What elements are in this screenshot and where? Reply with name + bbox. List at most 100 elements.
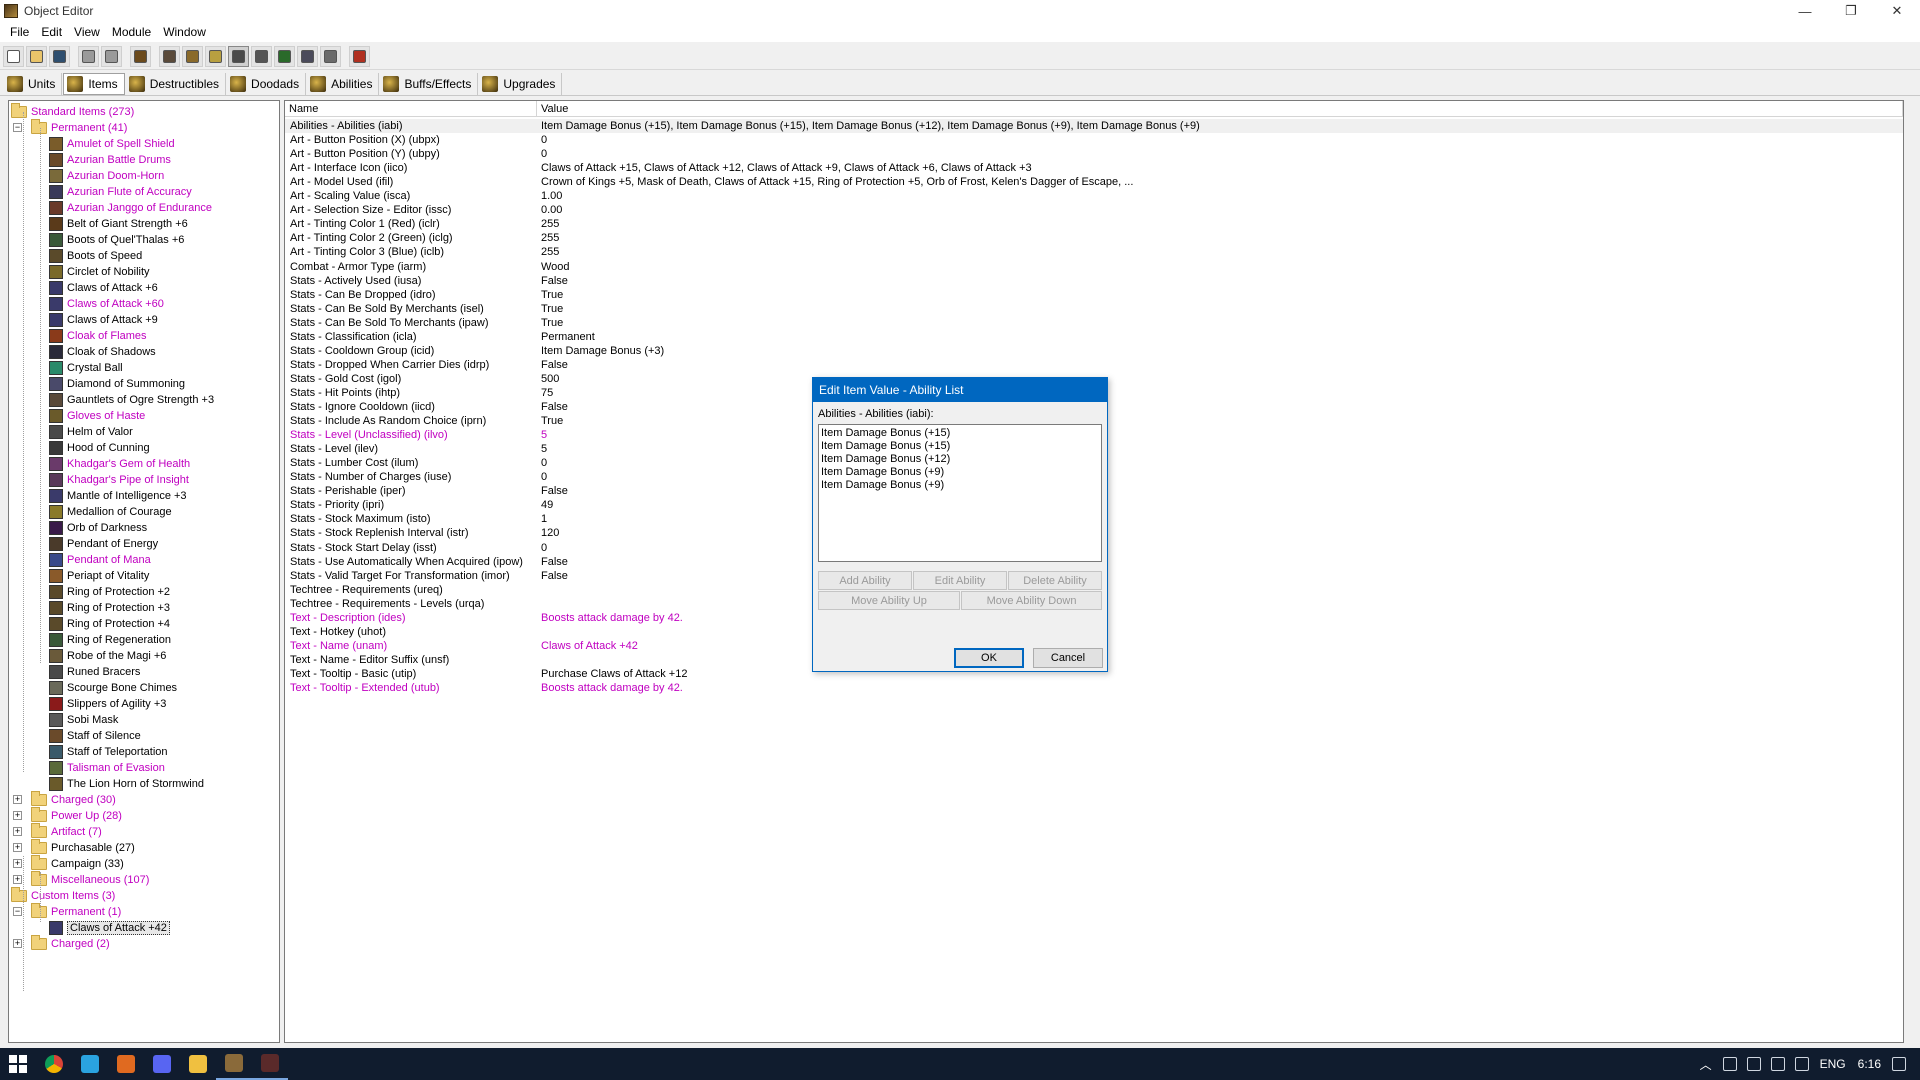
column-header-name[interactable]: Name <box>285 101 537 117</box>
tree-item[interactable]: Robe of the Magi +6 <box>49 648 166 664</box>
tree-item[interactable]: Gauntlets of Ogre Strength +3 <box>49 392 214 408</box>
campaign-editor-button[interactable] <box>251 46 272 67</box>
ability-list-item[interactable]: Item Damage Bonus (+9) <box>821 466 1099 479</box>
doodad-editor-button[interactable] <box>182 46 203 67</box>
ability-list-item[interactable]: Item Damage Bonus (+15) <box>821 440 1099 453</box>
grid-row[interactable]: Art - Button Position (X) (ubpx) 0 <box>285 133 1903 147</box>
grid-row[interactable]: Art - Model Used (ifil) Crown of Kings +5… <box>285 175 1903 189</box>
tree-item[interactable]: Azurian Battle Drums <box>49 152 171 168</box>
tree-item[interactable]: Slippers of Agility +3 <box>49 696 166 712</box>
tree-item[interactable]: Runed Bracers <box>49 664 140 680</box>
tree-item[interactable]: Diamond of Summoning <box>49 376 185 392</box>
close-button[interactable]: ✕ <box>1874 0 1920 22</box>
tree-folder[interactable]: + Power Up (28) <box>13 807 122 824</box>
tree-item[interactable]: Staff of Silence <box>49 728 141 744</box>
tree-item[interactable]: Circlet of Nobility <box>49 264 150 280</box>
tree-item[interactable]: Ring of Protection +3 <box>49 600 170 616</box>
tree-folder[interactable]: − Permanent (41) <box>13 119 127 136</box>
tree-item[interactable]: Helm of Valor <box>49 424 133 440</box>
tree-item[interactable]: Crystal Ball <box>49 360 123 376</box>
tree-item[interactable]: Medallion of Courage <box>49 504 172 520</box>
windows-start-taskbar-button[interactable] <box>0 1048 36 1080</box>
tree-item[interactable]: Talisman of Evasion <box>49 760 165 776</box>
menu-view[interactable]: View <box>68 25 106 39</box>
ability-list-item[interactable]: Item Damage Bonus (+9) <box>821 479 1099 492</box>
tab-abilities[interactable]: Abilities <box>307 72 380 95</box>
tree-item[interactable]: Gloves of Haste <box>49 408 145 424</box>
ai-editor-button[interactable] <box>274 46 295 67</box>
discord-tray-icon[interactable] <box>1746 1057 1761 1071</box>
expand-toggle-icon[interactable]: + <box>13 875 22 884</box>
grid-row[interactable]: Stats - Can Be Dropped (idro) True <box>285 288 1903 302</box>
tab-units[interactable]: Units <box>4 72 63 95</box>
tree-item[interactable]: Claws of Attack +9 <box>49 312 158 328</box>
expand-toggle-icon[interactable]: + <box>13 795 22 804</box>
save-disk-button[interactable] <box>49 46 70 67</box>
grid-row[interactable]: Text - Tooltip - Extended (utub) Boosts a… <box>285 681 1903 695</box>
tree-item[interactable]: Ring of Protection +4 <box>49 616 170 632</box>
tree-item[interactable]: Belt of Giant Strength +6 <box>49 216 188 232</box>
expand-toggle-icon[interactable]: + <box>13 843 22 852</box>
expand-toggle-icon[interactable]: + <box>13 859 22 868</box>
tree-folder[interactable]: − Permanent (1) <box>13 903 121 920</box>
tree-folder[interactable]: + Campaign (33) <box>13 855 124 872</box>
tree-item[interactable]: Periapt of Vitality <box>49 568 149 584</box>
terrain-editor-button[interactable] <box>159 46 180 67</box>
tree-item[interactable]: Claws of Attack +42 <box>49 920 170 936</box>
edit-ability-button[interactable]: Edit Ability <box>913 571 1007 590</box>
grid-row[interactable]: Art - Button Position (Y) (ubpy) 0 <box>285 147 1903 161</box>
file-explorer-taskbar-button[interactable] <box>180 1048 216 1080</box>
tree-folder[interactable]: + Charged (2) <box>13 935 110 952</box>
tree-item[interactable]: Khadgar's Gem of Health <box>49 456 190 472</box>
expand-toggle-icon[interactable]: + <box>13 939 22 948</box>
grid-row[interactable]: Art - Tinting Color 1 (Red) (iclr) 255 <box>285 217 1903 231</box>
grid-row[interactable]: Stats - Can Be Sold To Merchants (ipaw) T… <box>285 316 1903 330</box>
tree-folder[interactable]: Custom Items (3) <box>11 887 115 904</box>
restore-button[interactable]: ❐ <box>1828 0 1874 22</box>
test-map-button[interactable] <box>349 46 370 67</box>
tab-doodads[interactable]: Doodads <box>227 72 307 95</box>
volume-tray-icon[interactable] <box>1794 1057 1809 1071</box>
import-manager-button[interactable] <box>297 46 318 67</box>
notifications-icon[interactable] <box>1892 1057 1906 1071</box>
move-ability-down-button[interactable]: Move Ability Down <box>961 591 1102 610</box>
tree-item[interactable]: Claws of Attack +6 <box>49 280 158 296</box>
tree-folder[interactable]: + Charged (30) <box>13 791 116 808</box>
copy-button[interactable] <box>78 46 99 67</box>
expand-toggle-icon[interactable]: + <box>13 811 22 820</box>
input-language[interactable]: ENG <box>1814 1057 1852 1071</box>
grid-row[interactable]: Stats - Can Be Sold By Merchants (isel) T… <box>285 302 1903 316</box>
tab-upgrades[interactable]: Upgrades <box>479 72 563 95</box>
move-ability-up-button[interactable]: Move Ability Up <box>818 591 960 610</box>
telegram-taskbar-button[interactable] <box>72 1048 108 1080</box>
tree-item[interactable]: Amulet of Spell Shield <box>49 136 175 152</box>
tree-item[interactable]: The Lion Horn of Stormwind <box>49 776 204 792</box>
open-folder-button[interactable] <box>26 46 47 67</box>
tree-folder[interactable]: + Miscellaneous (107) <box>13 871 149 888</box>
tree-item[interactable]: Hood of Cunning <box>49 440 150 456</box>
clock[interactable]: 6:16 <box>1852 1057 1887 1071</box>
grid-row[interactable]: Art - Selection Size - Editor (issc) 0.00 <box>285 203 1903 217</box>
tab-buffs-effects[interactable]: Buffs/Effects <box>380 72 479 95</box>
tree-item[interactable]: Azurian Doom-Horn <box>49 168 164 184</box>
cancel-button[interactable]: Cancel <box>1033 648 1103 668</box>
ability-list-item[interactable]: Item Damage Bonus (+12) <box>821 453 1099 466</box>
item-tree[interactable]: Standard Items (273) − Permanent (41) Amule… <box>8 100 280 1043</box>
tree-item[interactable]: Pendant of Mana <box>49 552 151 568</box>
tree-item[interactable]: Azurian Janggo of Endurance <box>49 200 212 216</box>
tab-items[interactable]: Items <box>63 72 125 95</box>
ability-listbox[interactable]: Item Damage Bonus (+15) Item Damage Bonus… <box>818 424 1102 562</box>
new-file-button[interactable] <box>3 46 24 67</box>
tree-item[interactable]: Azurian Flute of Accuracy <box>49 184 192 200</box>
tree-folder[interactable]: + Artifact (7) <box>13 823 102 840</box>
menu-module[interactable]: Module <box>106 25 157 39</box>
tree-item[interactable]: Boots of Speed <box>49 248 142 264</box>
world-editor-taskbar-button[interactable] <box>216 1048 252 1080</box>
tree-item[interactable]: Khadgar's Pipe of Insight <box>49 472 189 488</box>
grid-row[interactable]: Stats - Dropped When Carrier Dies (idrp)… <box>285 358 1903 372</box>
minimize-button[interactable]: — <box>1782 0 1828 22</box>
tree-item[interactable]: Sobi Mask <box>49 712 118 728</box>
discord-taskbar-button[interactable] <box>144 1048 180 1080</box>
steam-tray-icon[interactable] <box>1722 1057 1737 1071</box>
tree-item[interactable]: Staff of Teleportation <box>49 744 168 760</box>
